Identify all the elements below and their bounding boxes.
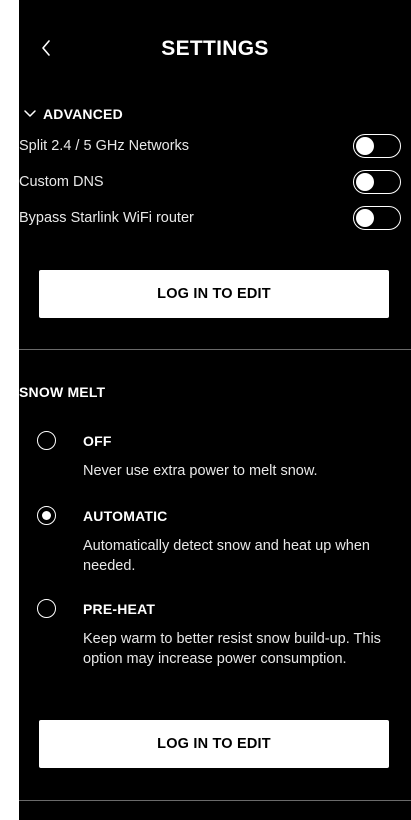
toggle-label: Split 2.4 / 5 GHz Networks [19, 138, 190, 154]
radio-selected-dot [41, 510, 51, 520]
advanced-section-label: ADVANCED [43, 106, 123, 122]
toggle-knob [356, 173, 374, 191]
section-divider [19, 800, 411, 801]
option-description: Automatically detect snow and heat up wh… [83, 538, 370, 574]
radio-button-selected[interactable] [37, 506, 56, 525]
snow-melt-title: SNOW MELT [19, 384, 106, 400]
radio-button[interactable] [37, 599, 56, 618]
advanced-section-toggle[interactable]: ADVANCED [23, 104, 123, 124]
snow-melt-option-pre-heat[interactable]: PRE-HEAT Keep warm to better resist snow… [19, 599, 411, 671]
toggle-knob [356, 209, 374, 227]
toggle-row-custom-dns: Custom DNS [19, 170, 411, 196]
option-title: AUTOMATIC [83, 508, 168, 524]
option-title: PRE-HEAT [83, 601, 156, 617]
snow-melt-login-button[interactable]: LOG IN TO EDIT [39, 720, 389, 768]
advanced-login-button[interactable]: LOG IN TO EDIT [39, 270, 389, 318]
header: SETTINGS [19, 26, 411, 70]
custom-dns-toggle[interactable] [353, 170, 401, 194]
section-divider [19, 349, 411, 350]
radio-button[interactable] [37, 431, 56, 450]
snow-melt-option-automatic[interactable]: AUTOMATIC Automatically detect snow and … [19, 506, 411, 578]
toggle-label: Custom DNS [19, 174, 104, 190]
snow-melt-option-off[interactable]: OFF Never use extra power to melt snow. [19, 431, 411, 487]
option-title: OFF [83, 433, 112, 449]
toggle-row-bypass-router: Bypass Starlink WiFi router [19, 206, 411, 232]
toggle-row-split-networks: Split 2.4 / 5 GHz Networks [19, 134, 411, 160]
toggle-label: Bypass Starlink WiFi router [19, 210, 194, 226]
settings-panel: SETTINGS ADVANCED Split 2.4 / 5 GHz Netw… [19, 0, 411, 820]
split-networks-toggle[interactable] [353, 134, 401, 158]
option-description: Keep warm to better resist snow build-up… [83, 631, 381, 667]
chevron-down-icon [24, 110, 36, 117]
toggle-knob [356, 137, 374, 155]
bypass-router-toggle[interactable] [353, 206, 401, 230]
page-title: SETTINGS [161, 37, 269, 60]
option-description: Never use extra power to melt snow. [83, 463, 318, 479]
